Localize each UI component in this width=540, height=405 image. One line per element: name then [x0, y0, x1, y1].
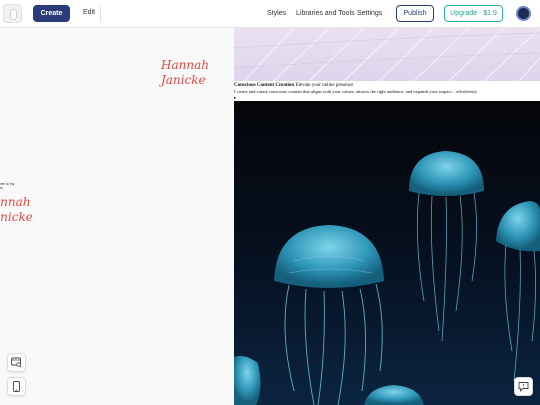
styles-menu[interactable]: Styles — [267, 10, 286, 17]
create-button[interactable]: Create — [33, 5, 70, 22]
top-toolbar: Create Edit Styles Libraries and Tools S… — [0, 0, 540, 28]
name-heading: Hannah Janicke — [161, 58, 209, 88]
intro-heading: Conscious Content Creation — [234, 83, 295, 88]
publish-button[interactable]: Publish — [396, 5, 434, 22]
app-logo-icon[interactable] — [3, 4, 22, 23]
user-avatar[interactable] — [516, 6, 531, 21]
partial-caption: me to my lo — [0, 182, 14, 190]
hero-image — [234, 28, 540, 81]
preview-tool-button[interactable] — [7, 353, 26, 372]
partial-caption-line2: lo — [0, 186, 3, 190]
upgrade-button[interactable]: Upgrade · $1.9 — [444, 5, 503, 22]
mobile-phone-icon — [13, 381, 20, 392]
edit-menu[interactable]: Edit — [83, 9, 95, 16]
name-heading-cropped-line2: anicke — [0, 210, 33, 224]
intro-tagline: Elevate your online presence — [295, 83, 354, 88]
settings-menu[interactable]: Settings — [357, 10, 382, 17]
mobile-view-button[interactable] — [7, 377, 26, 396]
page-preview[interactable]: Conscious Content Creation Elevate your … — [234, 28, 540, 405]
chat-feedback-icon — [518, 382, 529, 392]
name-heading-cropped: annah anicke — [0, 195, 33, 225]
toolbar-divider — [100, 5, 101, 22]
name-heading-line1: Hannah — [161, 58, 209, 72]
jellyfish-illustration — [234, 151, 540, 405]
intro-text-block: Conscious Content Creation Elevate your … — [234, 83, 540, 101]
name-heading-line2: Janicke — [161, 73, 206, 87]
window-search-icon — [11, 357, 22, 368]
jellyfish-image — [234, 101, 540, 405]
name-heading-cropped-line1: annah — [0, 195, 31, 209]
libraries-and-tools-menu[interactable]: Libraries and Tools — [296, 10, 355, 17]
feedback-button[interactable] — [514, 377, 533, 396]
